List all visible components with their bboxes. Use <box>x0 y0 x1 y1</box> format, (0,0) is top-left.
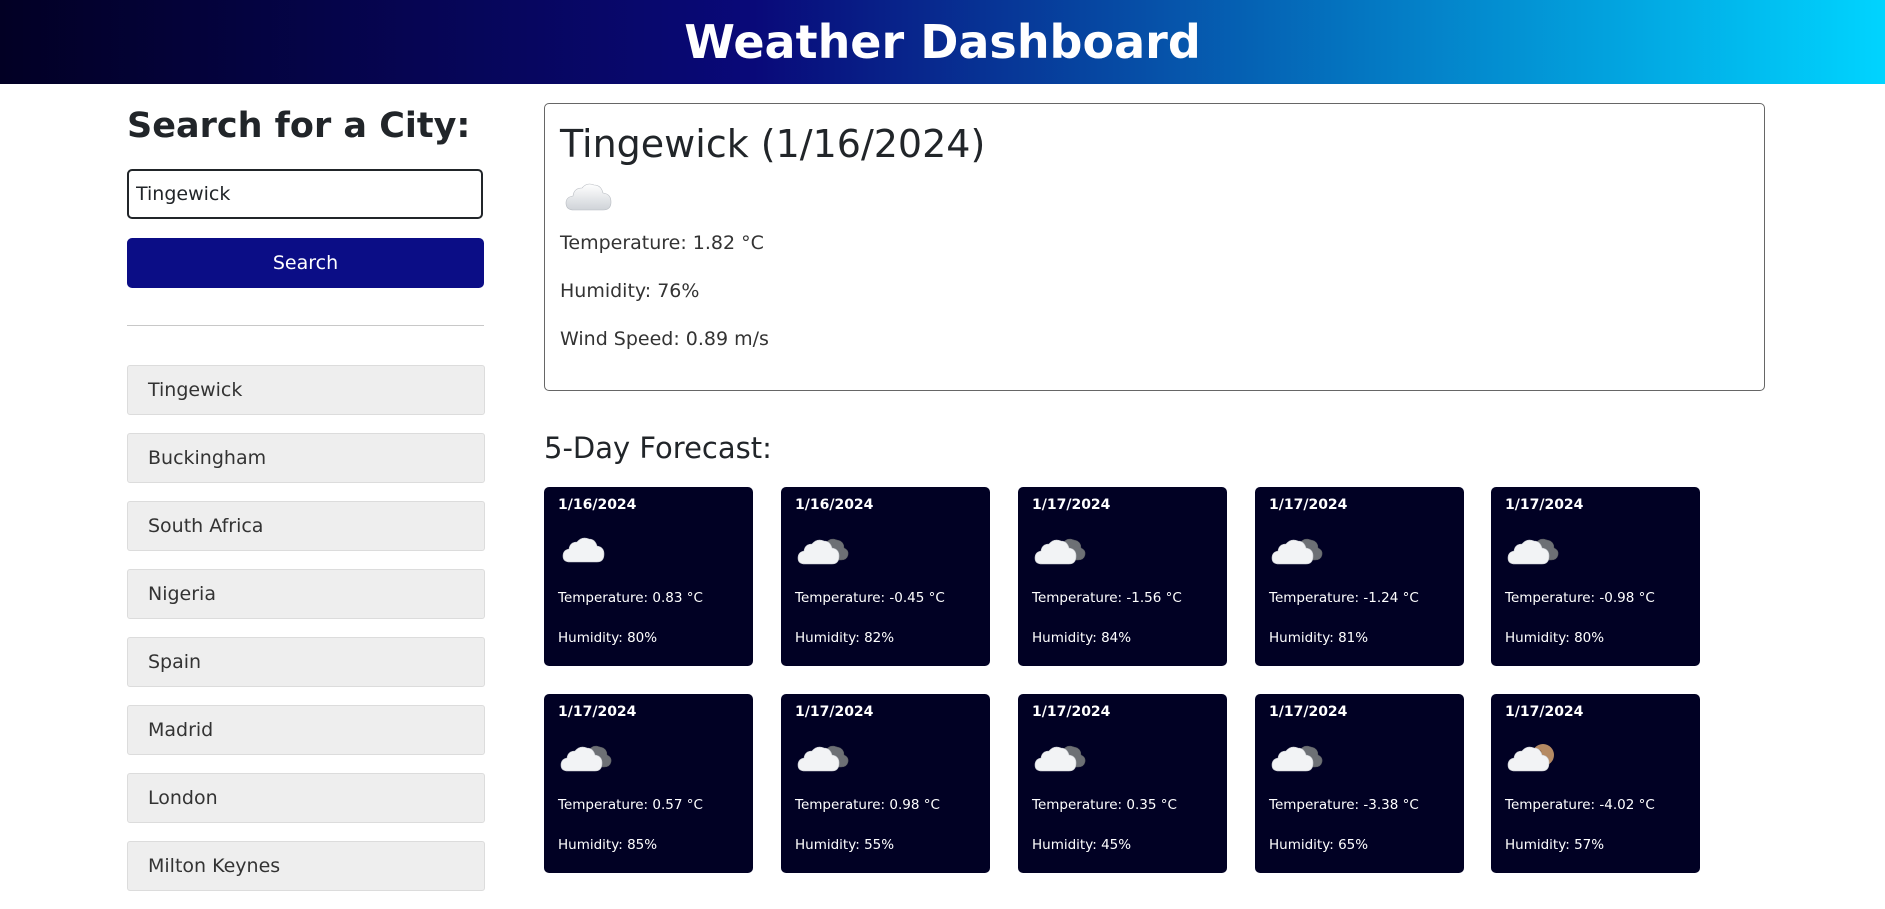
forecast-humidity: Humidity: 84% <box>1032 630 1132 646</box>
forecast-temperature: Temperature: 0.35 °C <box>1032 797 1177 813</box>
forecast-humidity: Humidity: 82% <box>795 630 895 646</box>
forecast-date: 1/17/2024 <box>1032 497 1111 513</box>
current-temperature: Temperature: 1.82 °C <box>560 232 764 254</box>
forecast-date: 1/16/2024 <box>795 497 874 513</box>
forecast-card: 1/16/2024 Temperature: 0.83 °C Humidity: 8… <box>544 487 753 666</box>
forecast-card: 1/17/2024 Temperature: 0.57 °C Humidity: 8… <box>544 694 753 873</box>
broken-clouds-icon <box>1505 528 1686 576</box>
forecast-temperature: Temperature: 0.57 °C <box>558 797 703 813</box>
page-header: Weather Dashboard <box>0 0 1885 84</box>
forecast-humidity: Humidity: 65% <box>1269 837 1369 853</box>
forecast-temperature: Temperature: -1.24 °C <box>1269 590 1419 606</box>
broken-clouds-icon <box>1269 528 1450 576</box>
history-item[interactable]: Spain <box>127 637 485 687</box>
history-item[interactable]: Madrid <box>127 705 485 755</box>
city-search-input[interactable] <box>127 169 483 219</box>
divider <box>127 325 484 326</box>
forecast-humidity: Humidity: 45% <box>1032 837 1132 853</box>
search-button[interactable]: Search <box>127 238 484 288</box>
history-item[interactable]: London <box>127 773 485 823</box>
broken-clouds-icon <box>795 735 976 783</box>
broken-clouds-icon <box>1032 528 1213 576</box>
forecast-humidity: Humidity: 81% <box>1269 630 1369 646</box>
forecast-card: 1/17/2024 Temperature: -1.56 °C Humidity: … <box>1018 487 1227 666</box>
forecast-card: 1/17/2024 Temperature: -3.38 °C Humidity: … <box>1255 694 1464 873</box>
forecast-temperature: Temperature: -1.56 °C <box>1032 590 1182 606</box>
forecast-date: 1/17/2024 <box>558 704 637 720</box>
forecast-card: 1/17/2024 Temperature: -1.24 °C Humidity: … <box>1255 487 1464 666</box>
forecast-temperature: Temperature: 0.83 °C <box>558 590 703 606</box>
forecast-date: 1/17/2024 <box>1269 704 1348 720</box>
forecast-humidity: Humidity: 80% <box>558 630 658 646</box>
forecast-card: 1/17/2024 Temperature: -0.98 °C Humidity: … <box>1491 487 1700 666</box>
forecast-humidity: Humidity: 85% <box>558 837 658 853</box>
current-city-title: Tingewick (1/16/2024) <box>560 122 986 166</box>
history-item[interactable]: Milton Keynes <box>127 841 485 891</box>
broken-clouds-icon <box>1032 735 1213 783</box>
history-item[interactable]: Tingewick <box>127 365 485 415</box>
forecast-humidity: Humidity: 57% <box>1505 837 1605 853</box>
current-wind-speed: Wind Speed: 0.89 m/s <box>560 328 769 350</box>
cloud-icon <box>560 172 1749 224</box>
forecast-date: 1/17/2024 <box>795 704 874 720</box>
forecast-card: 1/16/2024 Temperature: -0.45 °C Humidity: … <box>781 487 990 666</box>
forecast-temperature: Temperature: -0.45 °C <box>795 590 945 606</box>
forecast-date: 1/17/2024 <box>1269 497 1348 513</box>
cloud-icon <box>558 528 739 576</box>
current-humidity: Humidity: 76% <box>560 280 700 302</box>
history-item[interactable]: Nigeria <box>127 569 485 619</box>
search-heading: Search for a City: <box>127 106 471 146</box>
few-clouds-night-icon <box>1505 735 1686 783</box>
broken-clouds-icon <box>795 528 976 576</box>
broken-clouds-icon <box>1269 735 1450 783</box>
broken-clouds-icon <box>558 735 739 783</box>
forecast-temperature: Temperature: -0.98 °C <box>1505 590 1655 606</box>
forecast-card: 1/17/2024 Temperature: -4.02 °C Humidity: … <box>1491 694 1700 873</box>
forecast-humidity: Humidity: 80% <box>1505 630 1605 646</box>
search-history-list: Tingewick Buckingham South Africa Nigeri… <box>127 365 485 909</box>
forecast-card: 1/17/2024 Temperature: 0.98 °C Humidity: 5… <box>781 694 990 873</box>
forecast-temperature: Temperature: -3.38 °C <box>1269 797 1419 813</box>
forecast-humidity: Humidity: 55% <box>795 837 895 853</box>
forecast-date: 1/17/2024 <box>1032 704 1111 720</box>
forecast-date: 1/17/2024 <box>1505 704 1584 720</box>
search-sidebar: Search for a City: Search Tingewick Buck… <box>127 100 485 891</box>
forecast-title: 5-Day Forecast: <box>544 431 772 465</box>
forecast-card: 1/17/2024 Temperature: 0.35 °C Humidity: 4… <box>1018 694 1227 873</box>
history-item[interactable]: Buckingham <box>127 433 485 483</box>
forecast-date: 1/17/2024 <box>1505 497 1584 513</box>
forecast-temperature: Temperature: -4.02 °C <box>1505 797 1655 813</box>
history-item[interactable]: South Africa <box>127 501 485 551</box>
current-weather-panel: Tingewick (1/16/2024) Temperature: 1.82 … <box>544 103 1765 391</box>
forecast-temperature: Temperature: 0.98 °C <box>795 797 940 813</box>
forecast-date: 1/16/2024 <box>558 497 637 513</box>
page-title: Weather Dashboard <box>684 15 1201 69</box>
